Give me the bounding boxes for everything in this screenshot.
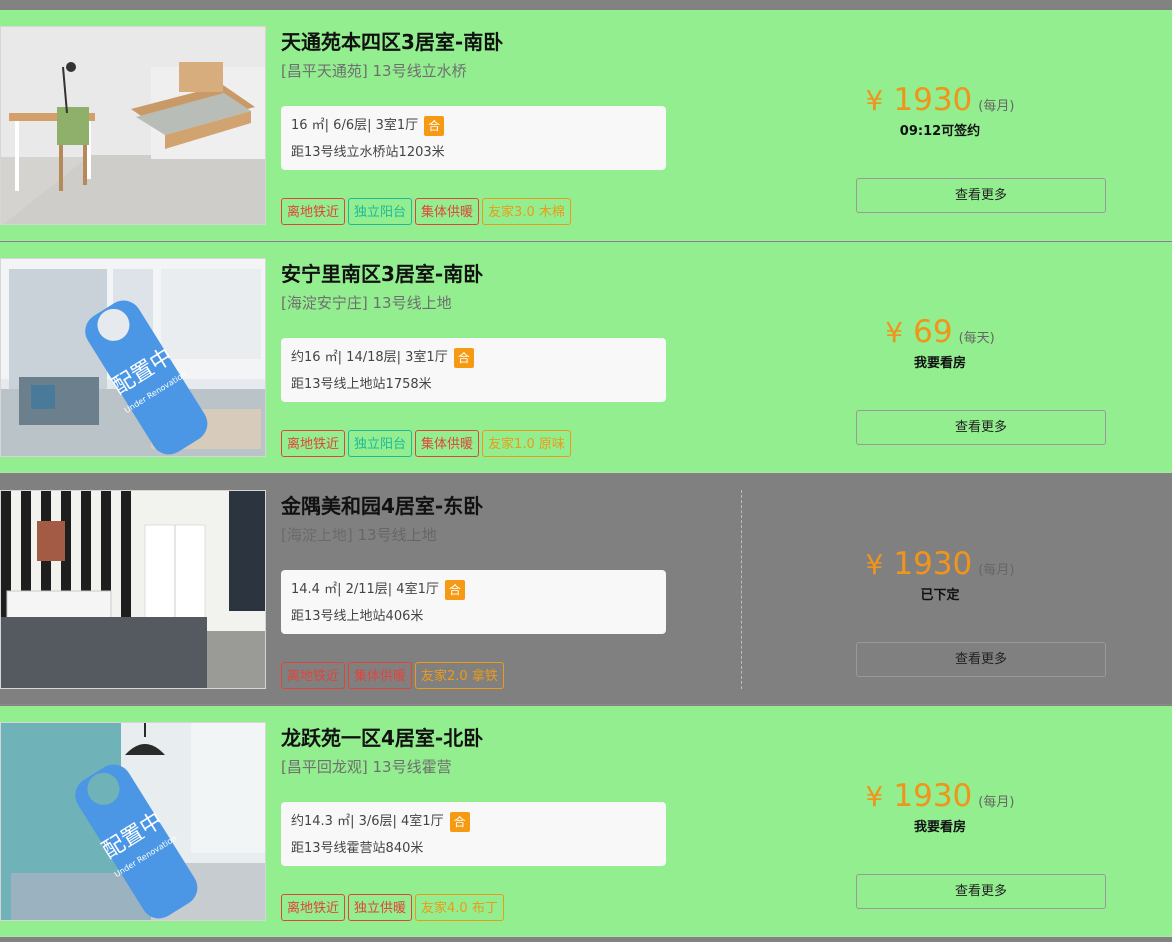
listing-details: 16 ㎡| 6/6层| 3室1厅	[291, 118, 419, 133]
view-more-button[interactable]: 查看更多	[856, 178, 1106, 213]
tag: 友家3.0 木棉	[482, 198, 571, 225]
tag: 友家4.0 布丁	[415, 894, 504, 921]
listing-distance: 距13号线立水桥站1203米	[291, 145, 445, 160]
tag: 集体供暖	[415, 430, 480, 457]
listing-title[interactable]: 天通苑本四区3居室-南卧	[281, 26, 503, 55]
listing-location: [海淀安宁庄] 13号线上地	[281, 292, 452, 313]
listing-region: [海淀上地]	[281, 526, 353, 544]
listing-card[interactable]: 天通苑本四区3居室-南卧 [昌平天通苑] 13号线立水桥 16 ㎡| 6/6层|…	[0, 10, 1172, 241]
listing-region: [海淀安宁庄]	[281, 294, 368, 312]
room-photo[interactable]: 配置中 Under Renovation	[0, 258, 266, 457]
listing-title[interactable]: 金隅美和园4居室-东卧	[281, 490, 483, 519]
price-unit: (每天)	[958, 331, 995, 346]
currency-symbol: ¥	[865, 780, 884, 813]
listing-tags: 离地铁近 独立阳台 集体供暖 友家3.0 木棉	[281, 198, 571, 225]
listing-location: [昌平天通苑] 13号线立水桥	[281, 60, 467, 81]
tag: 离地铁近	[281, 430, 346, 457]
price: ¥1930 (每月)	[790, 778, 1090, 814]
listing-card[interactable]: 配置中 Under Renovation 龙跃苑一区4居室-北卧 [昌平回龙观]…	[0, 706, 1172, 937]
price-amount: 69	[913, 314, 953, 350]
currency-symbol: ¥	[865, 84, 884, 117]
availability-status: 已下定	[920, 588, 960, 603]
price-box: ¥1930 (每月) 已下定	[790, 546, 1090, 603]
listing-details: 约16 ㎡| 14/18层| 3室1厅	[291, 350, 448, 365]
tag: 友家1.0 原味	[482, 430, 571, 457]
listing-distance: 距13号线霍营站840米	[291, 841, 424, 856]
listing-title[interactable]: 安宁里南区3居室-南卧	[281, 258, 483, 287]
listing-card[interactable]: 配置中 Under Renovation 安宁里南区3居室-南卧 [海淀安宁庄]…	[0, 242, 1172, 473]
price-amount: 1930	[893, 82, 973, 118]
tag: 独立供暖	[348, 894, 413, 921]
currency-symbol: ¥	[885, 316, 904, 349]
listing-region: [昌平天通苑]	[281, 62, 368, 80]
listing-tags: 离地铁近 独立阳台 集体供暖 友家1.0 原味	[281, 430, 571, 457]
currency-symbol: ¥	[865, 548, 884, 581]
listing-distance: 距13号线上地站406米	[291, 609, 424, 624]
listing-card[interactable]: 金隅美和园4居室-东卧 [海淀上地] 13号线上地 14.4 ㎡| 2/11层|…	[0, 474, 1172, 705]
listing-subway-line: 13号线上地	[372, 294, 452, 312]
price-unit: (每月)	[978, 99, 1015, 114]
price: ¥1930 (每月)	[790, 82, 1090, 118]
view-more-button[interactable]: 查看更多	[856, 642, 1106, 677]
shared-badge: 合	[453, 347, 474, 368]
tag: 离地铁近	[281, 662, 346, 689]
tag: 离地铁近	[281, 894, 346, 921]
view-more-button[interactable]: 查看更多	[856, 410, 1106, 445]
listing-list: 天通苑本四区3居室-南卧 [昌平天通苑] 13号线立水桥 16 ㎡| 6/6层|…	[0, 10, 1172, 937]
viewing-link[interactable]: 我要看房	[790, 816, 1090, 835]
shared-badge: 合	[449, 811, 470, 832]
room-photo[interactable]: 配置中 Under Renovation	[0, 722, 266, 921]
availability-status: 09:12可签约	[899, 124, 981, 139]
price-box: ¥1930 (每月) 我要看房	[790, 778, 1090, 835]
tag: 独立阳台	[348, 430, 413, 457]
column-divider	[741, 490, 742, 689]
listing-tags: 离地铁近 独立供暖 友家4.0 布丁	[281, 894, 504, 921]
price: ¥69 (每天)	[790, 314, 1090, 350]
listing-subway-line: 13号线霍营	[372, 758, 452, 776]
price-amount: 1930	[893, 546, 973, 582]
view-more-button[interactable]: 查看更多	[856, 874, 1106, 909]
tag: 离地铁近	[281, 198, 346, 225]
price-unit: (每月)	[978, 795, 1015, 810]
price-amount: 1930	[893, 778, 973, 814]
tag: 友家2.0 拿铁	[415, 662, 504, 689]
listing-info-box: 约16 ㎡| 14/18层| 3室1厅合 距13号线上地站1758米	[281, 338, 666, 402]
listing-title[interactable]: 龙跃苑一区4居室-北卧	[281, 722, 483, 751]
room-photo[interactable]	[0, 490, 266, 689]
tag: 集体供暖	[348, 662, 413, 689]
listing-info-box: 14.4 ㎡| 2/11层| 4室1厅合 距13号线上地站406米	[281, 570, 666, 634]
listing-info-box: 16 ㎡| 6/6层| 3室1厅合 距13号线立水桥站1203米	[281, 106, 666, 170]
tag: 独立阳台	[348, 198, 413, 225]
shared-badge: 合	[444, 579, 465, 600]
room-photo[interactable]	[0, 26, 266, 225]
price: ¥1930 (每月)	[790, 546, 1090, 582]
tag: 集体供暖	[415, 198, 480, 225]
listing-subway-line: 13号线立水桥	[372, 62, 467, 80]
price-box: ¥1930 (每月) 09:12可签约	[790, 82, 1090, 139]
price-box: ¥69 (每天) 我要看房	[790, 314, 1090, 371]
listing-distance: 距13号线上地站1758米	[291, 377, 432, 392]
listing-location: [海淀上地] 13号线上地	[281, 524, 437, 545]
listing-details: 14.4 ㎡| 2/11层| 4室1厅	[291, 582, 439, 597]
price-unit: (每月)	[978, 563, 1015, 578]
listing-tags: 离地铁近 集体供暖 友家2.0 拿铁	[281, 662, 504, 689]
listing-info-box: 约14.3 ㎡| 3/6层| 4室1厅合 距13号线霍营站840米	[281, 802, 666, 866]
shared-badge: 合	[424, 115, 445, 136]
listing-details: 约14.3 ㎡| 3/6层| 4室1厅	[291, 814, 444, 829]
listing-subway-line: 13号线上地	[357, 526, 437, 544]
listing-region: [昌平回龙观]	[281, 758, 368, 776]
viewing-link[interactable]: 我要看房	[790, 352, 1090, 371]
listing-location: [昌平回龙观] 13号线霍营	[281, 756, 452, 777]
